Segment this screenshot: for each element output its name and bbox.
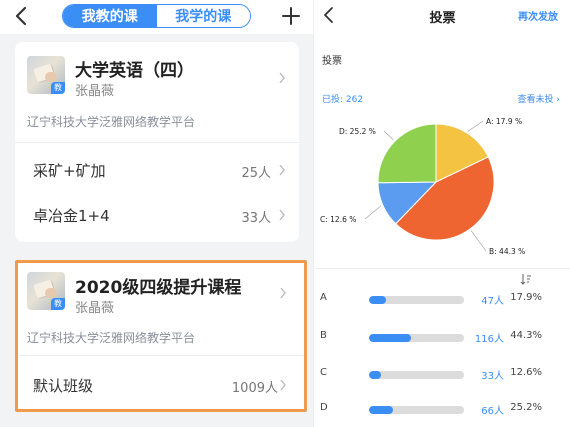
option-vote-count[interactable]: 47人 [470, 292, 504, 307]
course-teacher: 张晶薇 [75, 301, 115, 316]
chevron-right-icon [279, 72, 285, 84]
course-card[interactable]: 教 大学英语（四） 张晶薇 辽宁科技大学泛雅网络教学平台 采矿+矿加 25人 卓… [15, 42, 299, 242]
pie-slice-d [377, 123, 437, 184]
sort-icon[interactable] [520, 273, 532, 285]
option-progress-bar [369, 371, 464, 379]
option-progress-bar [369, 334, 464, 342]
chevron-right-icon [279, 209, 285, 221]
option-progress-fill [369, 371, 381, 379]
chevron-right-icon [280, 287, 286, 299]
teacher-badge: 教 [51, 82, 65, 94]
pie-slice-label: D: 25.2 % [339, 127, 376, 136]
divider [314, 268, 570, 269]
option-label: D [320, 402, 328, 413]
course-tab-switch: 我教的课 我学的课 [62, 4, 251, 28]
option-vote-percent: 25.2% [510, 402, 542, 413]
course-platform: 辽宁科技大学泛雅网络教学平台 [27, 115, 196, 129]
option-label: C [320, 367, 327, 378]
pie-slice-label: C: 12.6 % [320, 215, 356, 224]
class-student-count: 33人 [241, 211, 271, 226]
option-label: B [320, 330, 327, 341]
pie-slice-label: B: 44.3 % [489, 247, 525, 256]
class-student-count: 25人 [241, 166, 271, 181]
option-vote-percent: 17.9% [510, 292, 542, 303]
pie-slice-label: A: 17.9 % [486, 117, 522, 126]
option-vote-percent: 44.3% [510, 330, 542, 341]
teacher-badge: 教 [51, 298, 65, 310]
vote-result-panel: 投票 再次发放 投票 已投: 262 查看未投 › A: 17.9 % B: 44… [313, 0, 570, 427]
option-label: A [320, 292, 327, 303]
tab-learning-courses[interactable]: 我学的课 [156, 5, 250, 27]
divider [15, 142, 299, 143]
class-student-count: 1009人 [231, 381, 278, 396]
course-platform: 辽宁科技大学泛雅网络教学平台 [27, 331, 196, 345]
section-title: 投票 [322, 56, 342, 67]
divider [18, 355, 304, 356]
option-progress-fill [369, 406, 393, 414]
option-progress-bar [369, 406, 464, 414]
option-vote-count[interactable]: 33人 [470, 367, 504, 382]
resend-button[interactable]: 再次发放 [518, 8, 558, 23]
class-name: 默认班级 [33, 377, 94, 395]
course-cover-image: 教 [27, 272, 65, 310]
option-progress-fill [369, 334, 412, 342]
option-progress-bar [369, 296, 464, 304]
course-list-panel: 我教的课 我学的课 教 大学英语（四） 张晶薇 辽宁科技大学泛雅网络教学平台 采… [0, 0, 313, 427]
option-vote-count[interactable]: 66人 [470, 402, 504, 417]
chevron-right-icon [280, 379, 286, 391]
vote-pie-chart: A: 17.9 % B: 44.3 % C: 12.6 % D: 25.2 % [320, 117, 525, 256]
pie-leader-line [467, 120, 484, 132]
option-vote-count[interactable]: 116人 [470, 330, 504, 345]
course-card-highlighted[interactable]: 教 2020级四级提升课程 张晶薇 辽宁科技大学泛雅网络教学平台 默认班级 10… [15, 260, 307, 412]
class-name: 卓冶金1+4 [33, 207, 110, 225]
pie-leader-line [470, 230, 487, 252]
plus-icon[interactable] [281, 6, 301, 26]
pie-leader-line [383, 130, 394, 141]
chevron-right-icon [279, 164, 285, 176]
course-teacher: 张晶薇 [75, 84, 115, 99]
option-progress-fill [369, 296, 386, 304]
option-vote-percent: 12.6% [510, 367, 542, 378]
course-list-header: 我教的课 我学的课 [0, 0, 313, 34]
pie-leader-line [364, 205, 382, 220]
course-title: 大学英语（四） [75, 61, 194, 81]
tab-teaching-courses[interactable]: 我教的课 [63, 5, 157, 27]
course-title: 2020级四级提升课程 [75, 278, 242, 298]
back-chevron-icon[interactable] [12, 5, 32, 27]
course-cover-image: 教 [27, 56, 65, 94]
class-name: 采矿+矿加 [33, 162, 106, 180]
